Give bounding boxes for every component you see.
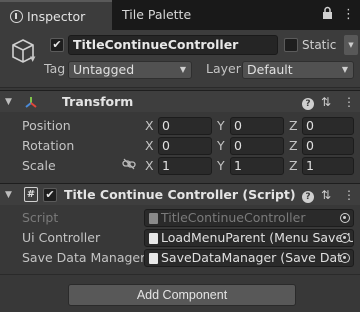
ui-controller-field[interactable]: LoadMenuParent (Menu Save U	[144, 229, 354, 247]
kebab-menu-icon[interactable]: ⋮	[343, 91, 355, 113]
transform-header[interactable]: ▼ Transform ? ⇅ ⋮	[0, 90, 360, 112]
script-component-header[interactable]: ▼ # ✔ Title Continue Controller (Script)…	[0, 183, 360, 205]
lock-icon[interactable]	[322, 0, 333, 30]
chevron-down-icon: ▼	[179, 65, 186, 74]
rotation-x-field[interactable]: 0	[158, 137, 212, 155]
script-reference-value: TitleContinueController	[161, 210, 306, 225]
script-reference-field: TitleContinueController	[144, 209, 354, 227]
ui-controller-label: Ui Controller	[22, 230, 101, 245]
layer-label: Layer	[206, 61, 241, 76]
scale-z-field[interactable]: 1	[302, 157, 354, 175]
save-data-manager-value: SaveDataManager (Save Data M	[161, 250, 354, 265]
rotation-z-field[interactable]: 0	[302, 137, 354, 155]
chevron-down-icon[interactable]: ▼	[30, 55, 35, 63]
tab-bar: Inspector Tile Palette ⋮	[0, 0, 360, 30]
save-data-manager-field[interactable]: SaveDataManager (Save Data M	[144, 249, 354, 267]
layer-value: Default	[247, 62, 293, 77]
transform-axes-icon	[24, 95, 38, 112]
axis-x-label: X	[145, 158, 154, 173]
axis-y-label: Y	[217, 138, 225, 153]
preset-icon[interactable]: ⇅	[321, 91, 331, 113]
object-name-field[interactable]: TitleContinueController	[68, 35, 278, 55]
script-icon: #	[24, 187, 38, 202]
axis-x-label: X	[145, 118, 154, 133]
object-picker-icon[interactable]	[340, 253, 350, 263]
constrain-link-icon[interactable]	[122, 158, 136, 173]
script-file-icon	[149, 213, 158, 224]
script-label: Script	[22, 210, 59, 225]
scale-label: Scale	[22, 158, 56, 173]
scale-y-field[interactable]: 1	[230, 157, 284, 175]
object-picker-icon	[340, 213, 350, 223]
chevron-down-icon: ▼	[341, 65, 348, 74]
position-y-field[interactable]: 0	[230, 117, 284, 135]
add-component-button[interactable]: Add Component	[68, 284, 296, 306]
axis-x-label: X	[145, 138, 154, 153]
static-dropdown[interactable]: ▼	[344, 35, 358, 55]
preset-icon[interactable]: ⇅	[321, 184, 331, 206]
position-label: Position	[22, 118, 71, 133]
save-data-manager-label: Save Data Manager	[22, 250, 146, 265]
rotation-label: Rotation	[22, 138, 75, 153]
axis-y-label: Y	[217, 118, 225, 133]
script-component-title: Title Continue Controller (Script)	[64, 187, 296, 202]
tab-tile-palette-label: Tile Palette	[122, 7, 192, 22]
tab-tile-palette[interactable]: Tile Palette	[112, 0, 191, 30]
tag-label: Tag	[44, 61, 66, 76]
position-x-field[interactable]: 0	[158, 117, 212, 135]
static-label: Static	[302, 38, 337, 52]
kebab-menu-icon[interactable]: ⋮	[343, 184, 355, 206]
divider	[0, 274, 360, 275]
info-icon	[10, 10, 23, 23]
axis-y-label: Y	[217, 158, 225, 173]
script-file-icon	[149, 233, 158, 244]
kebab-menu-icon[interactable]: ⋮	[342, 0, 355, 30]
tab-inspector[interactable]: Inspector	[0, 0, 112, 30]
tag-dropdown[interactable]: Untagged ▼	[68, 61, 192, 79]
axis-z-label: Z	[289, 118, 298, 133]
component-enabled-checkbox[interactable]: ✔	[43, 188, 57, 202]
help-icon[interactable]: ?	[302, 184, 314, 206]
axis-z-label: Z	[289, 158, 298, 173]
foldout-arrow-icon[interactable]: ▼	[5, 184, 12, 206]
tag-value: Untagged	[73, 62, 135, 77]
gameobject-header: ▼ ✔ TitleContinueController Static ▼ Tag…	[0, 30, 360, 88]
position-z-field[interactable]: 0	[302, 117, 354, 135]
script-file-icon	[149, 253, 158, 264]
object-picker-icon[interactable]	[340, 233, 350, 243]
transform-title: Transform	[62, 94, 134, 109]
tab-inspector-label: Inspector	[27, 9, 86, 24]
static-checkbox[interactable]	[284, 38, 298, 52]
axis-z-label: Z	[289, 138, 298, 153]
ui-controller-value: LoadMenuParent (Menu Save U	[161, 230, 354, 245]
rotation-y-field[interactable]: 0	[230, 137, 284, 155]
scale-x-field[interactable]: 1	[158, 157, 212, 175]
foldout-arrow-icon[interactable]: ▼	[5, 91, 12, 113]
active-checkbox[interactable]: ✔	[50, 38, 64, 52]
layer-dropdown[interactable]: Default ▼	[242, 61, 354, 79]
help-icon[interactable]: ?	[302, 91, 314, 113]
